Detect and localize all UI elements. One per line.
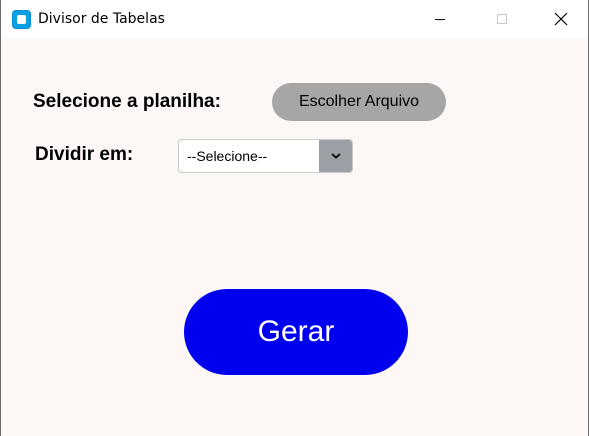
- split-label: Dividir em:: [35, 144, 134, 165]
- split-select[interactable]: --Selecione--: [178, 139, 353, 173]
- dropdown-arrow-button[interactable]: [319, 140, 352, 172]
- minimize-icon: [435, 18, 445, 20]
- app-window-icon: [12, 10, 31, 29]
- choose-file-button-label: Escolher Arquivo: [298, 93, 420, 110]
- split-select-value: --Selecione--: [187, 148, 268, 164]
- choose-file-button[interactable]: Escolher Arquivo: [272, 83, 446, 121]
- maximize-icon: [497, 14, 507, 24]
- generate-button-label: Gerar: [257, 315, 335, 348]
- maximize-button[interactable]: [479, 0, 525, 38]
- window-title: Divisor de Tabelas: [38, 11, 165, 27]
- close-button[interactable]: [538, 0, 584, 38]
- title-bar: Divisor de Tabelas: [1, 0, 588, 38]
- chevron-down-icon: [330, 153, 341, 159]
- generate-button[interactable]: Gerar: [184, 289, 408, 375]
- app-window: Divisor de Tabelas Selecione a planilha:…: [0, 0, 589, 436]
- close-icon: [554, 12, 568, 26]
- spreadsheet-label: Selecione a planilha:: [33, 91, 221, 112]
- minimize-button[interactable]: [417, 0, 463, 38]
